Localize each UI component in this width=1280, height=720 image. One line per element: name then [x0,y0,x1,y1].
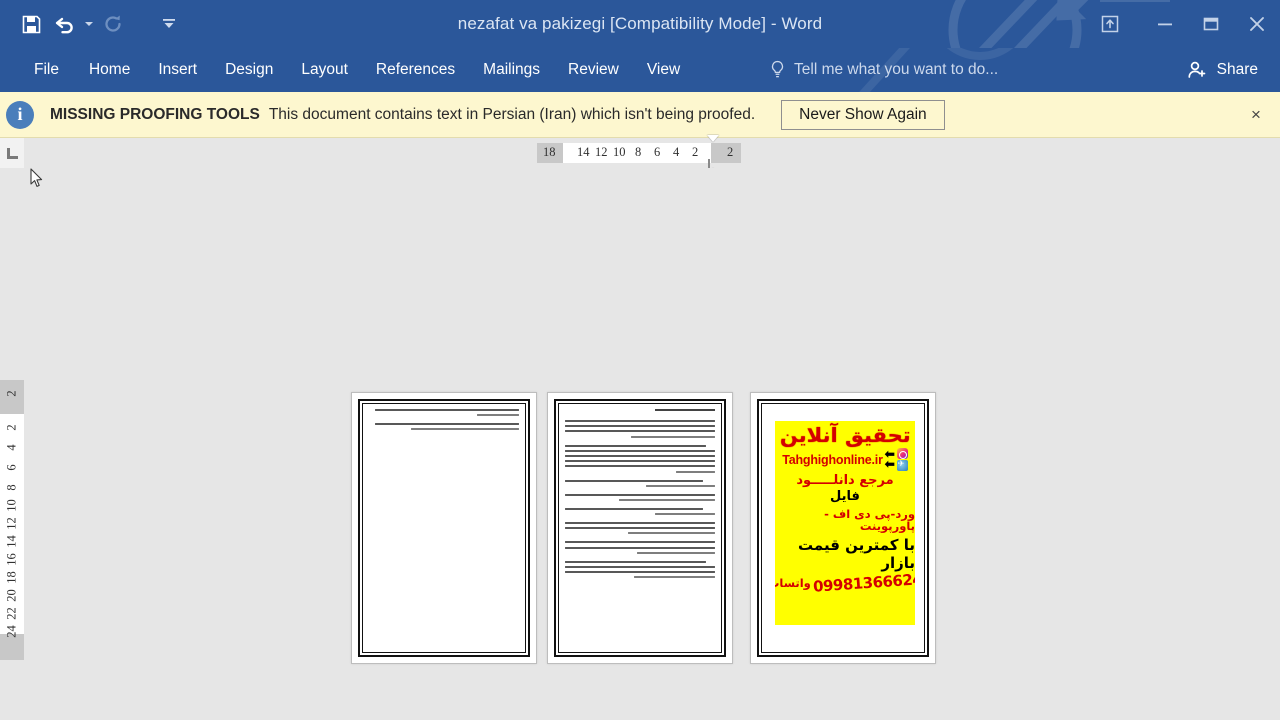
page-2-paragraph-6 [565,522,715,535]
ad-website-row: Tahghighonline.ir ⬅ ⬅ [782,448,908,471]
left-tab-icon [6,147,18,159]
save-button[interactable] [14,7,48,41]
vruler-tick-0: 2 [4,390,19,397]
hruler-tick-6: 6 [654,145,661,159]
minimize-button[interactable] [1142,0,1188,48]
info-bar-message: This document contains text in Persian (… [268,105,756,123]
page-2-text-body [565,409,715,585]
page-2-paragraph-3 [565,479,715,487]
arrow-left-icon-bottom: ⬅ [884,456,895,471]
undo-dropdown-icon[interactable] [82,7,96,41]
page-1-inner-border [362,403,526,653]
close-button[interactable] [1234,0,1280,48]
tab-view[interactable]: View [633,48,694,92]
page-1-paragraph-1 [369,409,519,417]
share-person-icon [1188,61,1205,78]
ribbon-tabs: File Home Insert Design Layout Reference… [18,48,694,92]
ad-website: Tahghighonline.ir [782,452,883,467]
tell-me-search[interactable]: Tell me what you want to do... [770,48,998,92]
hruler-tick-18: 18 [543,145,556,159]
page-2[interactable] [547,392,733,664]
tab-review[interactable]: Review [554,48,633,92]
redo-button[interactable] [96,7,130,41]
info-bar-title: MISSING PROOFING TOOLS [50,105,260,123]
page-2-paragraph-4 [565,493,715,501]
share-button[interactable]: Share [1179,48,1266,92]
lightbulb-icon [771,60,784,78]
document-canvas[interactable]: تحقیق آنلاین Tahghighonline.ir ⬅ ⬅ ✈ مرج… [24,168,1280,720]
tab-layout[interactable]: Layout [287,48,362,92]
page-2-border [554,399,726,657]
page-3-border: تحقیق آنلاین Tahghighonline.ir ⬅ ⬅ ✈ مرج… [757,399,929,657]
ad-price-line: با کمترین قیمت بازار [798,535,915,572]
page-1-text-body [369,409,519,437]
ad-arrows: ⬅ ⬅ [884,448,895,471]
close-icon[interactable]: × [1246,105,1266,125]
info-icon: i [6,100,34,129]
customize-quick-access-toolbar-icon[interactable] [156,7,182,41]
page-1-border [358,399,530,657]
page-2-paragraph-5 [565,507,715,516]
ad-contact-row: 09981366624 واتساپ [775,570,915,596]
window-controls [1078,0,1280,48]
page-thumbnails: تحقیق آنلاین Tahghighonline.ir ⬅ ⬅ ✈ مرج… [24,168,1280,720]
vertical-ruler[interactable]: 2 2 4 6 8 10 12 14 16 18 20 22 24 [0,168,24,720]
ribbon-display-options-icon[interactable] [1078,0,1142,48]
hruler-tick-14: 14 [577,145,590,159]
tab-home[interactable]: Home [75,48,144,92]
page-2-paragraph-8 [565,560,715,579]
hruler-tick-2b: 2 [727,145,734,159]
ad-formats-line: ورد-پی دی اف - پاورپوینت [824,506,915,534]
advertisement-image: تحقیق آنلاین Tahghighonline.ir ⬅ ⬅ ✈ مرج… [775,421,915,625]
vruler-tick-12: 24 [4,625,19,638]
missing-proofing-tools-bar: i MISSING PROOFING TOOLS This document c… [0,92,1280,138]
ad-social-icons [896,448,908,471]
page-2-paragraph-7 [565,541,715,554]
page-1-paragraph-2 [369,423,519,431]
hruler-tick-2: 2 [692,145,699,159]
undo-button[interactable] [48,7,82,41]
tab-stop-selector-button[interactable] [0,138,24,168]
ad-download-line: مرجع دانلـــــود [796,473,894,488]
restore-button[interactable] [1188,0,1234,48]
hruler-tick-12: 12 [595,145,608,159]
hruler-tick-4: 4 [673,145,680,159]
page-1[interactable] [351,392,537,664]
page-2-paragraph-1 [565,420,715,438]
tab-mailings[interactable]: Mailings [469,48,554,92]
hruler-tick-10: 10 [613,145,626,159]
never-show-again-button[interactable]: Never Show Again [781,99,945,130]
ad-phone-number: 09981366624 [812,570,915,596]
word-window: nezafat va pakizegi [Compatibility Mode]… [0,0,1280,720]
page-2-paragraph-2 [565,444,715,473]
hruler-tick-8: 8 [635,145,642,159]
tab-insert[interactable]: Insert [144,48,211,92]
tab-design[interactable]: Design [211,48,287,92]
title-bar: nezafat va pakizegi [Compatibility Mode]… [0,0,1280,48]
ribbon-tab-strip: File Home Insert Design Layout Reference… [0,48,1280,92]
tell-me-placeholder: Tell me what you want to do... [794,61,999,78]
ad-whatsapp-label: واتساپ [775,575,811,590]
share-label: Share [1216,61,1258,78]
quick-access-toolbar [14,0,182,48]
ad-brand-title: تحقیق آنلاین [779,423,911,447]
tab-references[interactable]: References [362,48,469,92]
instagram-icon [896,448,908,459]
page-3[interactable]: تحقیق آنلاین Tahghighonline.ir ⬅ ⬅ ✈ مرج… [750,392,936,664]
page-2-heading [655,409,715,411]
ad-file-line: فایل [830,489,860,505]
telegram-icon [896,459,908,471]
tab-file[interactable]: File [18,48,75,92]
